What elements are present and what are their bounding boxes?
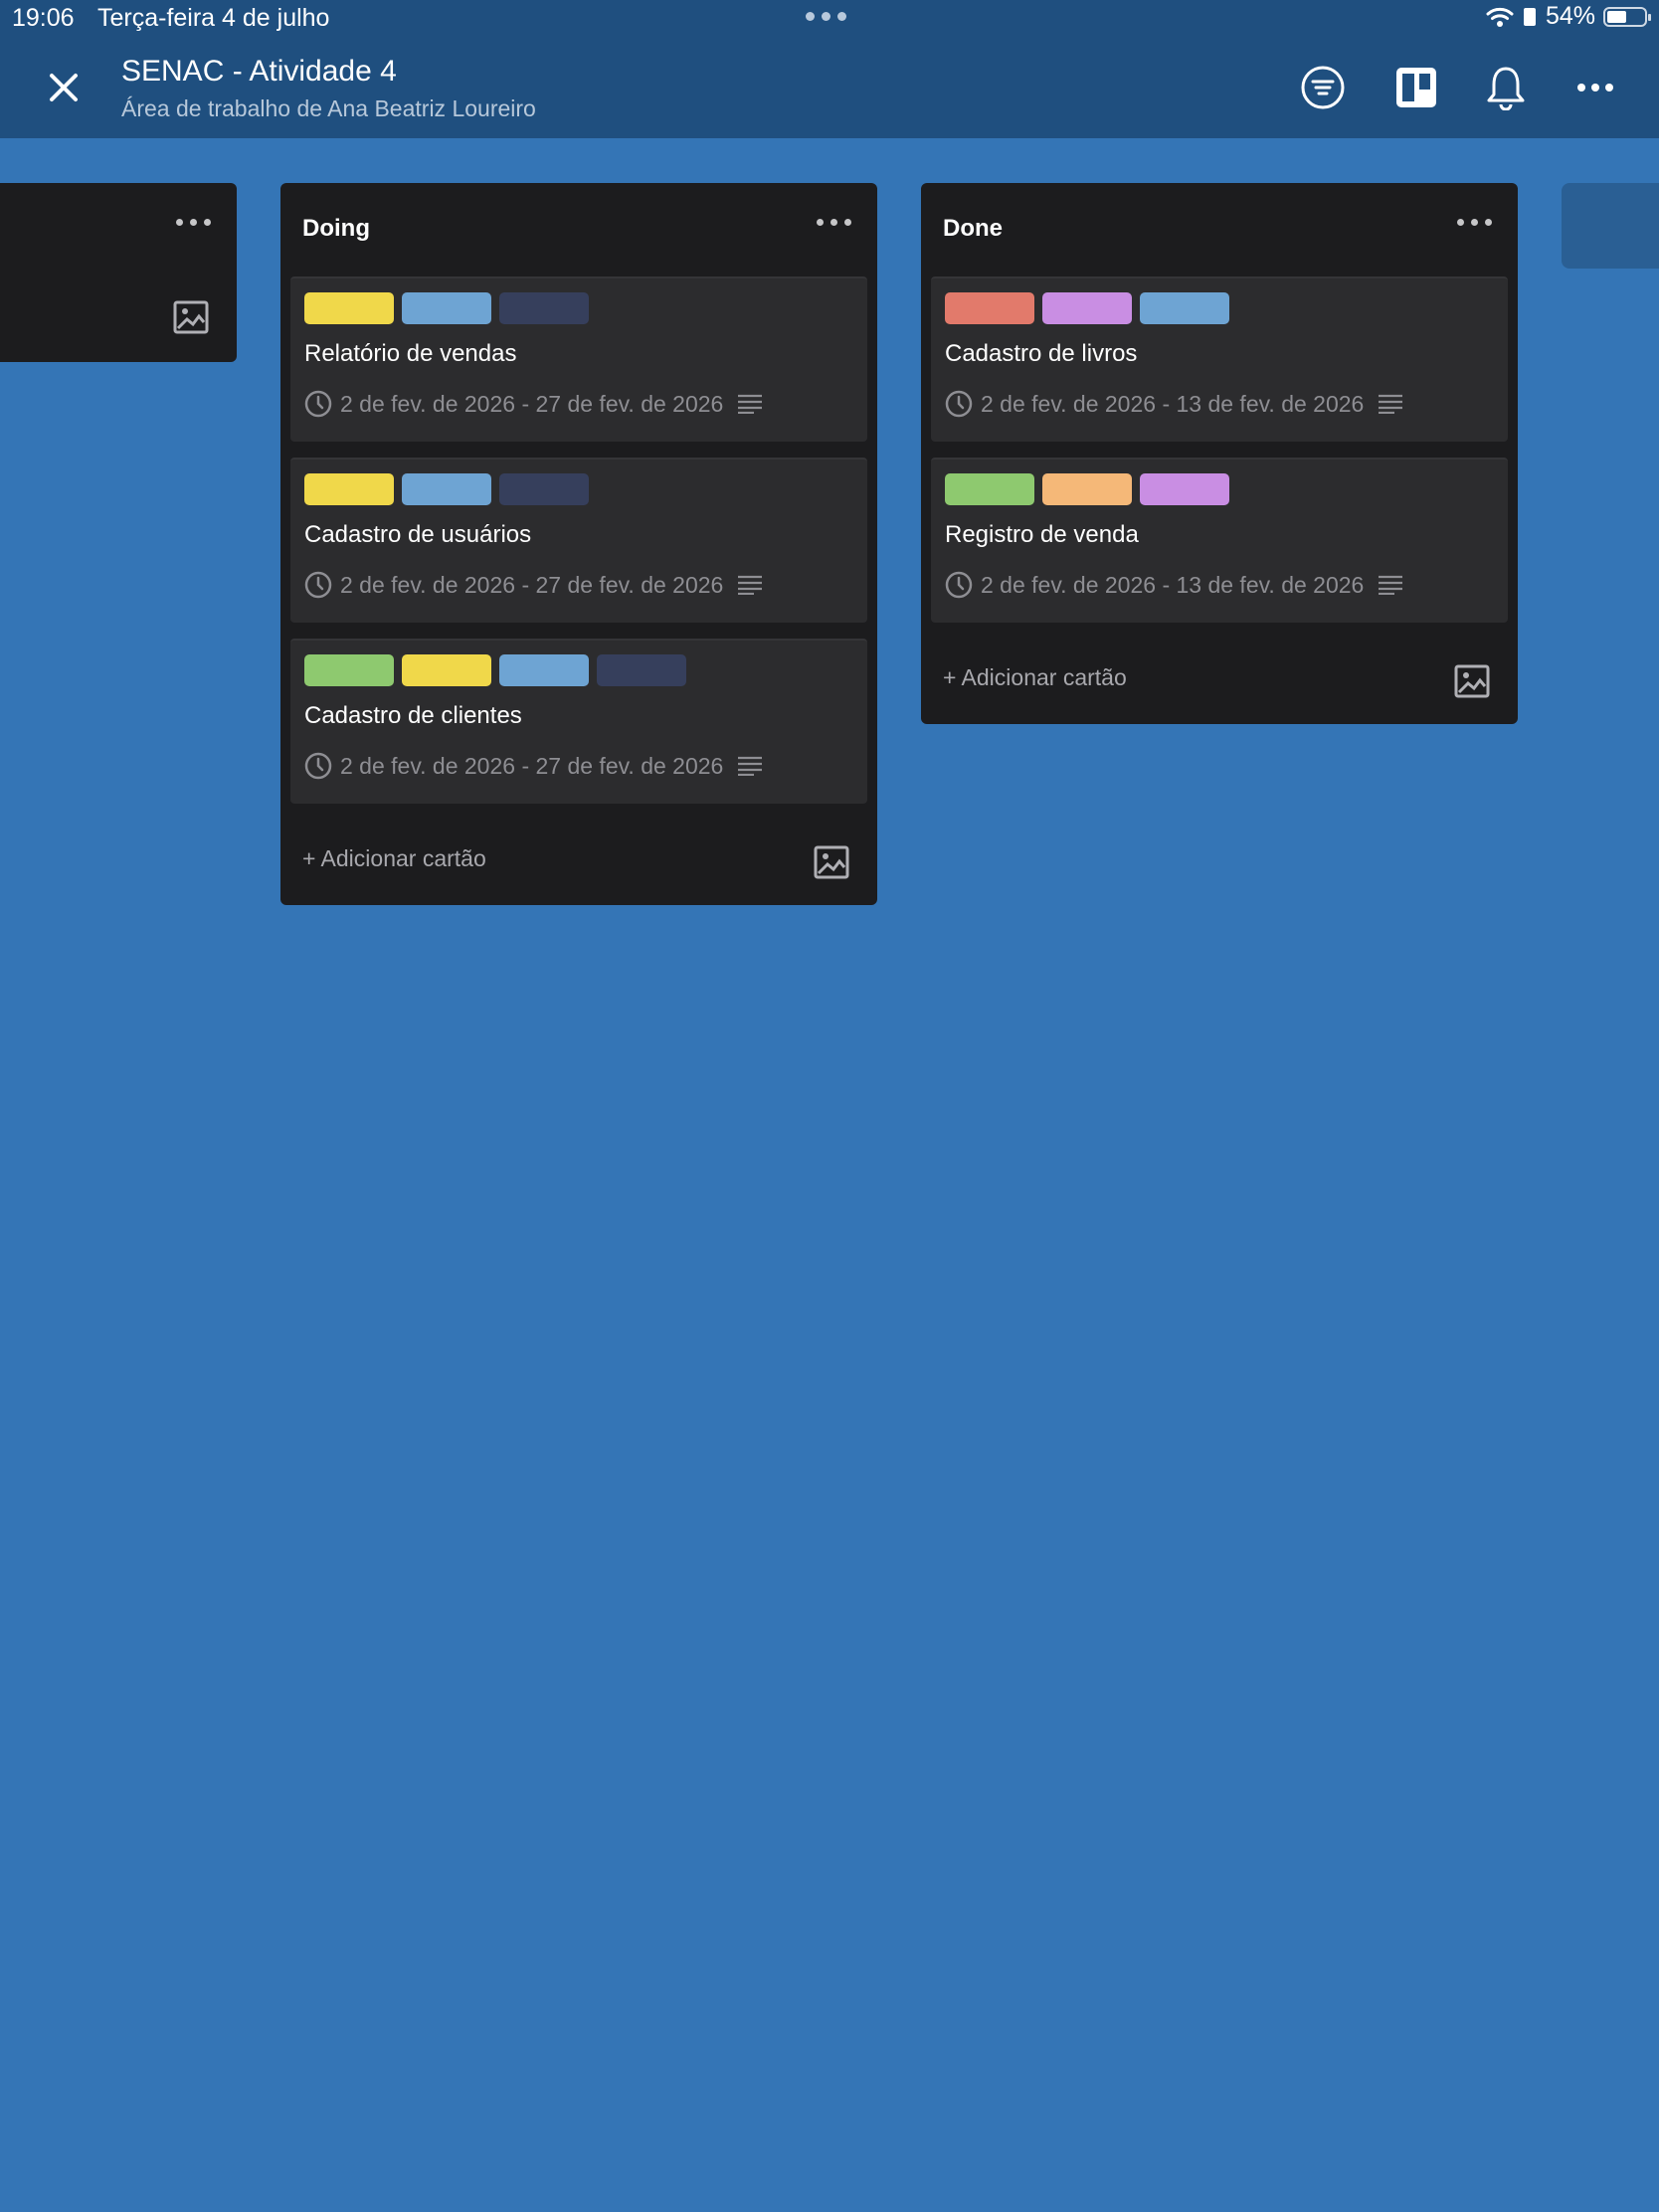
description-icon [738, 394, 763, 414]
label [945, 473, 1034, 505]
filter-icon[interactable] [1299, 64, 1347, 111]
card-date-range: 2 de fev. de 2026 - 13 de fev. de 2026 [981, 571, 1365, 598]
list-partial-left [0, 183, 237, 362]
label [499, 654, 589, 686]
card-date-range: 2 de fev. de 2026 - 27 de fev. de 2026 [340, 571, 724, 598]
clock-icon [304, 571, 332, 599]
card-date-range: 2 de fev. de 2026 - 27 de fev. de 2026 [340, 390, 724, 417]
clock-icon [304, 390, 332, 418]
list-doing: Doing Relatório de vendas 2 de fev. de 2… [280, 183, 877, 905]
card-labels [304, 654, 686, 686]
multitasking-dots-icon[interactable] [806, 12, 846, 21]
more-icon[interactable] [1571, 64, 1619, 111]
card-dates: 2 de fev. de 2026 - 13 de fev. de 2026 [945, 571, 1403, 599]
label [304, 292, 394, 324]
label [597, 654, 686, 686]
list-menu-icon[interactable] [1457, 219, 1492, 226]
label [304, 473, 394, 505]
card-title: Cadastro de livros [945, 340, 1138, 367]
label [499, 473, 589, 505]
description-icon [1379, 394, 1403, 414]
label [402, 473, 491, 505]
card-dates: 2 de fev. de 2026 - 13 de fev. de 2026 [945, 390, 1403, 418]
card-dates: 2 de fev. de 2026 - 27 de fev. de 2026 [304, 752, 763, 780]
workspace-name: Área de trabalho de Ana Beatriz Loureiro [121, 95, 536, 121]
top-bar: 19:06 Terça-feira 4 de julho 54% SENAC -… [0, 0, 1659, 138]
image-icon[interactable] [814, 845, 849, 879]
card-title: Registro de venda [945, 521, 1139, 548]
card-labels [304, 292, 589, 324]
list-done: Done Cadastro de livros 2 de fev. de 202… [921, 183, 1518, 724]
label [304, 654, 394, 686]
list-title: Doing [302, 215, 370, 242]
label [945, 292, 1034, 324]
card-date-range: 2 de fev. de 2026 - 27 de fev. de 2026 [340, 752, 724, 779]
bell-icon[interactable] [1482, 64, 1530, 111]
clock-icon [945, 390, 973, 418]
label [1140, 292, 1229, 324]
list-menu-icon[interactable] [176, 219, 211, 226]
card[interactable]: Cadastro de clientes 2 de fev. de 2026 -… [290, 639, 867, 804]
status-indicators: 54% [1486, 2, 1651, 31]
card-title: Cadastro de usuários [304, 521, 532, 548]
battery-percent: 54% [1545, 2, 1595, 30]
status-time: 19:06 [12, 4, 75, 32]
status-date: Terça-feira 4 de julho [97, 4, 330, 32]
card-labels [945, 292, 1229, 324]
list-menu-icon[interactable] [817, 219, 851, 226]
card[interactable]: Cadastro de livros 2 de fev. de 2026 - 1… [931, 276, 1508, 442]
clock-icon [945, 571, 973, 599]
add-card-button[interactable]: + Adicionar cartão [302, 845, 486, 872]
board-title: SENAC - Atividade 4 [121, 55, 397, 88]
description-icon [1379, 575, 1403, 595]
label [1042, 473, 1132, 505]
card-date-range: 2 de fev. de 2026 - 13 de fev. de 2026 [981, 390, 1365, 417]
list-title: Done [943, 215, 1003, 242]
card-dates: 2 de fev. de 2026 - 27 de fev. de 2026 [304, 571, 763, 599]
card-title: Cadastro de clientes [304, 702, 522, 729]
orientation-lock-icon [1523, 7, 1536, 26]
card[interactable]: Registro de venda 2 de fev. de 2026 - 13… [931, 458, 1508, 623]
label [1042, 292, 1132, 324]
board-view-icon[interactable] [1392, 64, 1440, 111]
clock-icon [304, 752, 332, 780]
wifi-icon [1486, 7, 1514, 27]
card-labels [945, 473, 1229, 505]
image-icon[interactable] [173, 300, 209, 334]
close-icon[interactable] [42, 66, 86, 109]
label [402, 292, 491, 324]
card-labels [304, 473, 589, 505]
battery-icon [1603, 6, 1651, 27]
add-card-button[interactable]: + Adicionar cartão [943, 664, 1127, 691]
label [499, 292, 589, 324]
description-icon [738, 756, 763, 776]
label [402, 654, 491, 686]
image-icon[interactable] [1454, 664, 1490, 698]
add-list-button[interactable] [1562, 183, 1659, 269]
description-icon [738, 575, 763, 595]
card-dates: 2 de fev. de 2026 - 27 de fev. de 2026 [304, 390, 763, 418]
card[interactable]: Cadastro de usuários 2 de fev. de 2026 -… [290, 458, 867, 623]
label [1140, 473, 1229, 505]
card[interactable]: Relatório de vendas 2 de fev. de 2026 - … [290, 276, 867, 442]
card-title: Relatório de vendas [304, 340, 517, 367]
